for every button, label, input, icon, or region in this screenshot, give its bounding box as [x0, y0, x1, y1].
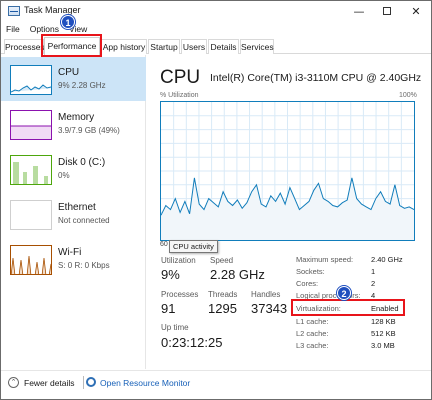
- sidebar-item-memory[interactable]: Memory 3.9/7.9 GB (49%): [1, 102, 146, 146]
- page-title: CPU: [160, 67, 201, 88]
- close-icon[interactable]: ✕: [402, 3, 430, 19]
- spec-label: Sockets:: [296, 267, 325, 276]
- sidebar-item-title: Wi-Fi: [58, 247, 82, 258]
- tab-users[interactable]: Users: [181, 39, 207, 54]
- spec-value: 3.0 MB: [371, 341, 395, 350]
- sidebar-item-title: Memory: [58, 112, 95, 123]
- chart-label-utilization: % Utilization: [160, 92, 199, 99]
- cpu-utilization-graph: [160, 102, 415, 240]
- task-manager-window: Task Manager — ✕ File Options View Proce…: [0, 0, 432, 400]
- tab-details[interactable]: Details: [208, 39, 239, 54]
- minimize-icon[interactable]: —: [345, 3, 373, 19]
- ethernet-graph-icon: [10, 200, 52, 230]
- chart-time-label: 60: [160, 241, 168, 248]
- spec-value: 2.40 GHz: [371, 255, 403, 264]
- sidebar-item-subtitle: S: 0 R: 0 Kbps: [58, 261, 110, 270]
- sidebar-item-title: CPU: [58, 67, 80, 78]
- task-manager-icon: [8, 6, 20, 16]
- spec-value: 2: [371, 279, 376, 288]
- sidebar-item-subtitle: Not connected: [58, 216, 110, 225]
- memory-graph-icon: [10, 110, 52, 140]
- uptime-label: Up time: [161, 323, 189, 332]
- spec-label: Maximum speed:: [296, 255, 354, 264]
- performance-tab-highlight: [41, 34, 102, 57]
- chevron-up-icon[interactable]: ⌃: [8, 377, 19, 388]
- spec-label: L1 cache:: [296, 317, 329, 326]
- spec-label: L3 cache:: [296, 341, 329, 350]
- wifi-graph-icon: [10, 245, 52, 275]
- footer-divider: [83, 376, 84, 389]
- fewer-details-button[interactable]: Fewer details: [24, 378, 75, 388]
- sidebar-item-wifi[interactable]: Wi-Fi S: 0 R: 0 Kbps: [1, 237, 146, 281]
- uptime-value: 0:23:12:25: [161, 335, 223, 350]
- tab-app-history[interactable]: App history: [101, 39, 147, 54]
- speed-value: 2.28 GHz: [210, 267, 265, 282]
- step-badge-1: 1: [61, 15, 75, 29]
- resource-sidebar: CPU 9% 2.28 GHz Memory 3.9/7.9 GB (49%) …: [1, 55, 146, 369]
- sidebar-item-subtitle: 0%: [58, 171, 70, 180]
- open-resource-monitor-link[interactable]: Open Resource Monitor: [100, 378, 190, 388]
- cpu-model-name: Intel(R) Core(TM) i3-3110M CPU @ 2.40GHz: [210, 72, 422, 84]
- utilization-label: Utilization: [161, 256, 196, 265]
- sidebar-item-title: Ethernet: [58, 202, 96, 213]
- cpu-utilization-chart: [160, 101, 415, 241]
- cpu-graph-icon: [10, 65, 52, 95]
- spec-value: 1: [371, 267, 376, 276]
- threads-label: Threads: [208, 290, 238, 299]
- tab-processes[interactable]: Processes: [4, 39, 45, 54]
- utilization-value: 9%: [161, 267, 180, 282]
- resource-monitor-icon[interactable]: [86, 377, 96, 387]
- spec-value: 512 KB: [371, 329, 396, 338]
- sidebar-item-subtitle: 9% 2.28 GHz: [58, 81, 106, 90]
- step-badge-2: 2: [337, 286, 351, 300]
- spec-label: L2 cache:: [296, 329, 329, 338]
- processes-label: Processes: [161, 290, 199, 299]
- disk-graph-icon: [10, 155, 52, 185]
- handles-label: Handles: [251, 290, 281, 299]
- cpu-activity-tooltip: CPU activity: [169, 240, 218, 253]
- maximize-icon[interactable]: [373, 3, 401, 19]
- window-title: Task Manager: [24, 5, 81, 15]
- footer-bar: ⌃ Fewer details Open Resource Monitor: [1, 370, 431, 399]
- tab-services[interactable]: Services: [240, 39, 274, 54]
- tab-startup[interactable]: Startup: [148, 39, 180, 54]
- handles-value: 37343: [251, 301, 288, 316]
- sidebar-item-cpu[interactable]: CPU 9% 2.28 GHz: [1, 57, 146, 101]
- chart-label-max: 100%: [399, 92, 417, 99]
- spec-value: 128 KB: [371, 317, 396, 326]
- sidebar-item-disk[interactable]: Disk 0 (C:) 0%: [1, 147, 146, 191]
- sidebar-item-title: Disk 0 (C:): [58, 157, 106, 168]
- virtualization-highlight: [291, 299, 405, 316]
- menu-file[interactable]: File: [1, 22, 25, 36]
- sidebar-item-subtitle: 3.9/7.9 GB (49%): [58, 126, 120, 135]
- sidebar-item-ethernet[interactable]: Ethernet Not connected: [1, 192, 146, 236]
- speed-label: Speed: [210, 256, 234, 265]
- spec-label: Cores:: [296, 279, 319, 288]
- threads-value: 1295: [208, 301, 237, 316]
- processes-value: 91: [161, 301, 176, 316]
